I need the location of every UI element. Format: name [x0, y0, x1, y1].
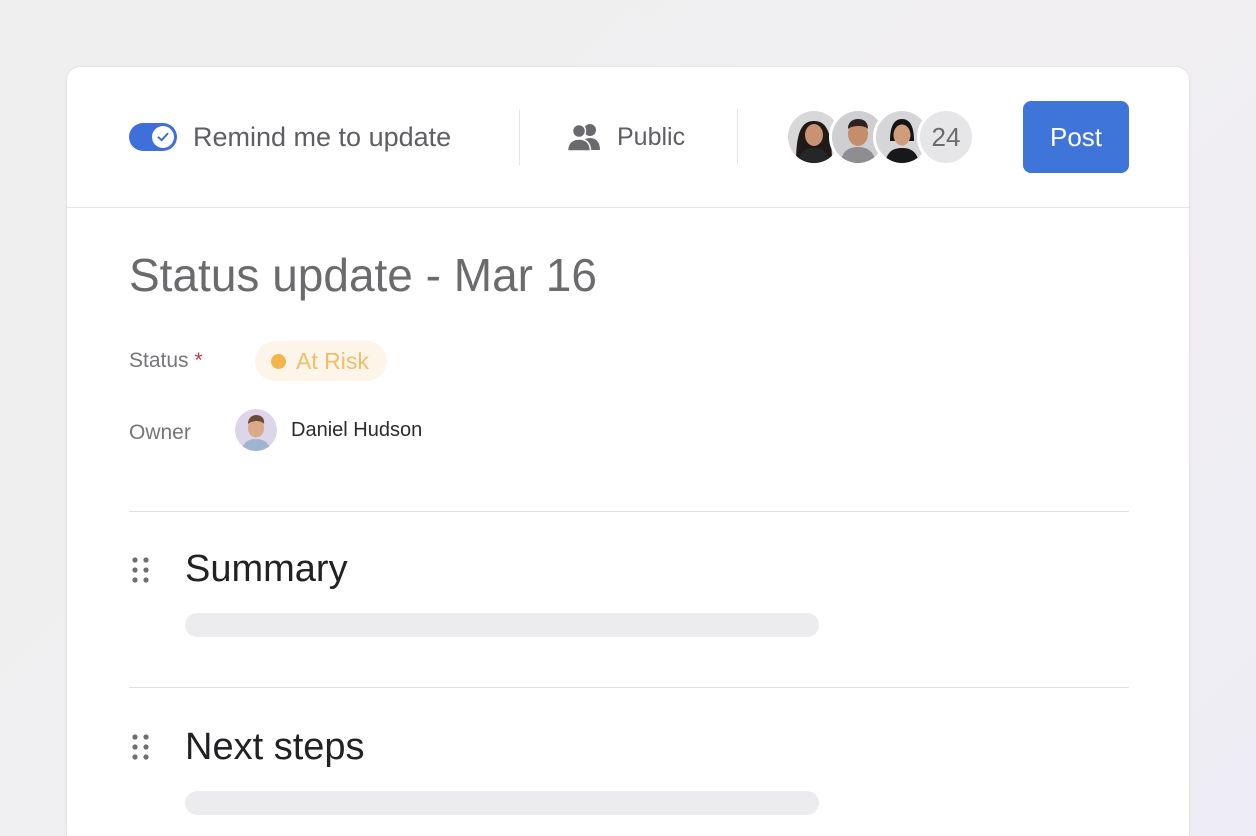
status-label: Status [129, 349, 189, 372]
visibility-button[interactable]: Public [567, 119, 685, 155]
section-title-summary[interactable]: Summary [185, 547, 348, 591]
check-icon [157, 132, 169, 142]
status-select[interactable]: At Risk [255, 341, 387, 381]
owner-label: Owner [129, 421, 191, 444]
remind-toggle[interactable] [129, 123, 177, 151]
owner-picker[interactable]: Daniel Hudson [235, 409, 422, 451]
required-marker: * [194, 349, 203, 372]
status-field-label: Status * [129, 349, 203, 373]
toolbar-divider [737, 109, 738, 165]
drag-handle-icon[interactable] [131, 556, 151, 584]
avatar [235, 409, 277, 451]
section-title-next-steps[interactable]: Next steps [185, 725, 365, 769]
people-icon [567, 123, 600, 152]
post-button[interactable]: Post [1023, 101, 1129, 173]
section-divider [129, 511, 1129, 512]
toolbar-divider [519, 109, 520, 165]
summary-text-placeholder[interactable] [185, 613, 819, 637]
next-steps-text-placeholder[interactable] [185, 791, 819, 815]
status-update-card: Remind me to update Public 24 Post Statu… [66, 66, 1190, 836]
status-dot-icon [271, 353, 286, 369]
visibility-label: Public [617, 122, 686, 151]
section-divider [129, 687, 1129, 688]
toggle-knob [152, 126, 174, 148]
composer-toolbar: Remind me to update Public 24 Post [67, 67, 1189, 208]
drag-handle-icon[interactable] [131, 733, 151, 761]
more-collaborators-count[interactable]: 24 [917, 108, 975, 166]
update-title[interactable]: Status update - Mar 16 [129, 247, 597, 303]
remind-label[interactable]: Remind me to update [193, 121, 451, 153]
status-value: At Risk [296, 347, 369, 374]
owner-name: Daniel Hudson [291, 418, 423, 441]
